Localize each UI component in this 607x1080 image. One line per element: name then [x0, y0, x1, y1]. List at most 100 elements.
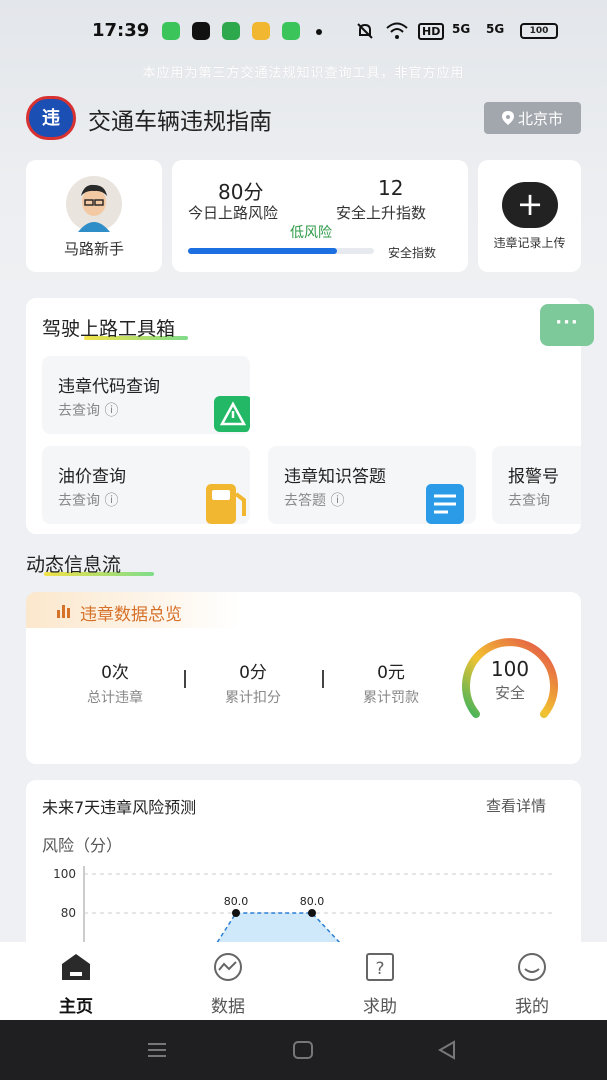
app-logo: 违 — [26, 96, 76, 140]
document-icon — [426, 484, 464, 524]
status-bar: 17:39 HD 5G 5G 100 — [0, 16, 607, 46]
notification-dot-icon — [316, 29, 322, 35]
tool-fuel-price[interactable]: 油价查询 去查询 ⓘ — [42, 446, 250, 524]
safety-progress-fill — [188, 248, 337, 254]
forecast-axis-label: 风险（分） — [42, 836, 123, 855]
menu-icon[interactable] — [146, 1040, 168, 1060]
disclaimer-text: 本应用为第三方交通法规知识查询工具，非官方应用 — [142, 66, 465, 81]
tool-sub: 去查询 — [508, 493, 550, 509]
violation-overview-card: 违章数据总览 0次 总计违章 0分 累计扣分 0元 累计罚款 100 安全 — [26, 592, 581, 764]
hd-tag: HD — [418, 23, 445, 40]
shield-app-icon — [222, 22, 240, 40]
status-time: 17:39 — [92, 20, 150, 41]
user-name: 马路新手 — [63, 240, 124, 258]
risk-level-badge: 低风险 — [290, 225, 332, 241]
tool-title: 报警号 — [508, 467, 559, 487]
stat-value: 0元 — [377, 663, 405, 683]
smile-icon — [518, 953, 546, 981]
location-pin-icon — [501, 111, 514, 125]
signal-2: 5G — [486, 22, 505, 36]
stat-label: 总计违章 — [87, 690, 143, 706]
svg-text:?: ? — [375, 959, 384, 979]
risk-score: 80分 — [218, 180, 264, 204]
stat-value: 0次 — [101, 663, 129, 683]
battery-indicator: 100 — [520, 23, 558, 39]
forecast-point-label: 80.0 — [300, 895, 325, 908]
tab-help[interactable]: ? 求助 — [340, 952, 420, 1017]
back-icon[interactable] — [436, 1040, 458, 1060]
forecast-point-label: 80.0 — [224, 895, 249, 908]
stat-label: 累计扣分 — [225, 690, 281, 706]
tool-title: 违章代码查询 — [58, 377, 160, 397]
home-square-icon[interactable] — [292, 1040, 314, 1060]
toolbox-card: 驾驶上路工具箱 违章代码查询 去查询 ⓘ 油价查询 去查询 ⓘ 违章知识答题 去… — [26, 298, 581, 534]
city-selector-button[interactable]: 北京市 — [484, 102, 581, 134]
tab-label: 我的 — [515, 997, 549, 1017]
view-details-link[interactable]: 查看详情 — [486, 795, 546, 816]
messages-app-icon — [162, 22, 180, 40]
heart-app-icon — [252, 22, 270, 40]
overview-tab: 违章数据总览 — [26, 592, 240, 628]
gauge-score: 100 — [491, 657, 529, 681]
forecast-title: 未来7天违章风险预测 — [42, 798, 197, 817]
forecast-point — [232, 909, 240, 917]
stat-separator — [322, 670, 324, 688]
stat-total-violations: 0次 总计违章 — [60, 658, 170, 707]
plus-icon[interactable]: + — [502, 182, 558, 228]
risk-forecast-card: 未来7天违章风险预测 查看详情 风险（分） 100 80 80.0 80.0 — [26, 780, 581, 960]
tool-title: 违章知识答题 — [284, 467, 386, 487]
system-navigation-bar — [0, 1020, 607, 1080]
tool-police-number[interactable]: 报警号 去查询 — [492, 446, 581, 524]
city-label: 北京市 — [517, 109, 563, 128]
tool-knowledge-quiz[interactable]: 违章知识答题 去答题 ⓘ — [268, 446, 476, 524]
home-icon — [62, 954, 90, 980]
stat-separator — [184, 670, 186, 688]
safety-index-label: 安全指数 — [388, 246, 437, 260]
signal-1: 5G — [452, 22, 471, 36]
tool-violation-code[interactable]: 违章代码查询 去查询 ⓘ — [42, 356, 250, 434]
warning-sign-icon — [214, 396, 250, 432]
bar-chart-icon — [57, 605, 70, 618]
fuel-pump-icon — [206, 484, 246, 524]
chart-wave-icon — [214, 953, 242, 981]
y-tick-label: 80 — [61, 906, 76, 920]
mute-bell-icon — [357, 23, 373, 39]
tiktok-app-icon — [192, 22, 210, 40]
tab-data[interactable]: 数据 — [188, 952, 268, 1017]
y-tick-label: 100 — [53, 867, 76, 881]
safety-progress-bar — [188, 248, 374, 254]
risk-score-label: 今日上路风险 — [188, 204, 279, 222]
tab-label: 数据 — [211, 997, 245, 1017]
tab-profile[interactable]: 我的 — [492, 952, 572, 1017]
tool-sub: 去答题 ⓘ — [284, 493, 345, 509]
safety-rise-value: 12 — [378, 176, 404, 200]
tool-sub: 去查询 ⓘ — [58, 403, 119, 419]
stat-total-fines: 0元 累计罚款 — [336, 658, 446, 707]
tab-label: 求助 — [363, 997, 397, 1017]
tab-label: 主页 — [59, 997, 93, 1017]
forecast-point — [308, 909, 316, 917]
risk-card: 80分 今日上路风险 12 安全上升指数 低风险 安全指数 — [172, 160, 468, 272]
phone-app-icon — [282, 22, 300, 40]
stat-value: 0分 — [239, 663, 267, 683]
overview-tab-label: 违章数据总览 — [80, 605, 182, 625]
user-card[interactable]: 马路新手 — [26, 160, 162, 272]
safety-rise-label: 安全上升指数 — [336, 204, 427, 222]
bottom-tab-bar: 主页 数据 ? 求助 我的 — [0, 942, 607, 1020]
app-title: 交通车辆违规指南 — [88, 109, 272, 135]
gauge-label: 安全 — [495, 684, 525, 702]
stat-total-points: 0分 累计扣分 — [198, 658, 308, 707]
stat-label: 累计罚款 — [363, 690, 419, 706]
info-section-title: 动态信息流 — [26, 554, 122, 576]
avatar — [66, 176, 122, 232]
tool-sub: 去查询 ⓘ — [58, 493, 119, 509]
toolbox-title: 驾驶上路工具箱 — [42, 318, 176, 340]
tool-title: 油价查询 — [58, 467, 126, 487]
tab-home[interactable]: 主页 — [36, 952, 116, 1017]
upload-violation-card[interactable]: + 违章记录上传 — [478, 160, 581, 272]
more-button[interactable]: ··· — [540, 304, 594, 346]
safety-gauge: 100 安全 — [462, 638, 558, 718]
upload-violation-label: 违章记录上传 — [493, 236, 566, 250]
wifi-icon — [386, 22, 408, 39]
question-icon: ? — [366, 953, 394, 981]
